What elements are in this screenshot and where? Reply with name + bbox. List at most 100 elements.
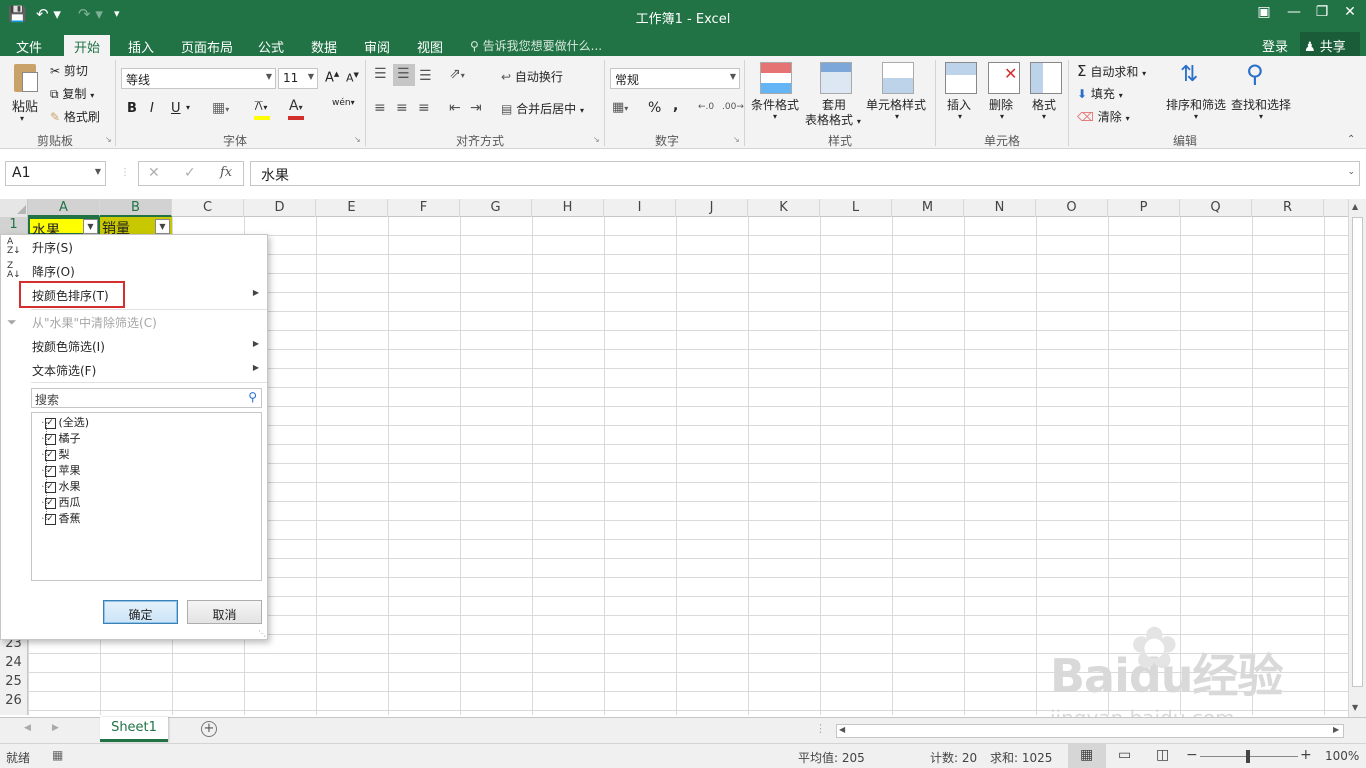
find-icon[interactable]: ⚲ [1246,60,1264,88]
filter-item[interactable]: · ✓ 苹果 [41,462,81,478]
menu-sort-ascending[interactable]: 升序(S) [1,235,267,259]
col-header-q[interactable]: Q [1180,199,1252,217]
filter-ok-button[interactable]: 确定 [103,600,178,624]
row-header[interactable]: 26 [0,693,27,712]
font-size-combo[interactable]: 11 ▼ [278,68,318,89]
format-as-table-line2[interactable]: 表格格式 ▾ [805,111,861,128]
align-right-icon[interactable]: ≡ [418,100,430,116]
menu-filter-by-color[interactable]: 按颜色筛选(I) ▶ [1,334,267,358]
col-header-o[interactable]: O [1036,199,1108,217]
clear-button[interactable]: ⌫ 清除 ▾ [1077,108,1130,125]
col-header-c[interactable]: C [172,199,244,217]
checkbox-checked-icon[interactable]: ✓ [44,481,56,493]
col-header-j[interactable]: J [676,199,748,217]
borders-icon[interactable]: ▦▾ [212,100,229,116]
align-left-icon[interactable]: ≡ [374,100,386,116]
close-icon[interactable]: ✕ [1336,4,1364,20]
dialog-launcher-icon[interactable]: ↘ [733,135,740,144]
col-header-r[interactable]: R [1252,199,1324,217]
underline-button[interactable]: U [171,101,181,116]
filter-item[interactable]: · ✓ 梨 [41,446,70,462]
prev-sheet-icon[interactable]: ◀ [24,723,31,733]
decrease-decimal-icon[interactable]: .00→ [722,102,744,112]
percent-button[interactable]: % [648,100,661,116]
tab-formulas[interactable]: 公式 [248,35,294,56]
menu-sort-descending[interactable]: 降序(O) [1,259,267,283]
login-link[interactable]: 登录 [1262,36,1288,55]
font-color-button[interactable]: A▾ [289,98,303,114]
cancel-entry-icon[interactable]: ✕ [148,165,160,181]
fill-button[interactable]: ⬇ 填充 ▾ [1077,85,1123,102]
row-header[interactable]: 24 [0,655,27,674]
increase-indent-icon[interactable]: ⇥ [470,100,482,116]
checkbox-checked-icon[interactable]: ✓ [44,497,56,509]
zoom-out-icon[interactable]: − [1186,747,1198,763]
number-format-combo[interactable]: 常规 ▼ [610,68,740,89]
paste-icon[interactable] [10,62,40,96]
tab-page-layout[interactable]: 页面布局 [171,35,243,56]
scroll-up-icon[interactable]: ▲ [1352,202,1358,211]
filter-item[interactable]: · ✓ 西瓜 [41,494,81,510]
name-box[interactable]: A1 ▼ [5,161,106,186]
copy-button[interactable]: ⧉ 复制 ▾ [50,85,94,102]
menu-text-filters[interactable]: 文本筛选(F) ▶ [1,358,267,382]
align-top-icon[interactable]: ☰ [374,66,387,82]
cut-button[interactable]: ✂ 剪切 [50,62,88,79]
decrease-indent-icon[interactable]: ⇤ [449,100,461,116]
align-bottom-icon[interactable]: ☰ [419,68,432,84]
tab-review[interactable]: 审阅 [354,35,400,56]
col-header-f[interactable]: F [388,199,460,217]
tab-insert[interactable]: 插入 [118,35,164,56]
autosum-button[interactable]: Σ 自动求和 ▾ [1077,62,1146,80]
formula-input[interactable]: 水果 ⌄ [250,161,1360,186]
font-name-combo[interactable]: 等线 ▼ [121,68,276,89]
format-painter-button[interactable]: ✎ 格式刷 [50,108,100,125]
col-header-e[interactable]: E [316,199,388,217]
filter-item-select-all[interactable]: · ✓ (全选) [41,414,89,430]
row-header[interactable]: 25 [0,674,27,693]
checkbox-checked-icon[interactable]: ✓ [44,513,56,525]
dialog-launcher-icon[interactable]: ↘ [354,135,361,144]
expand-formula-icon[interactable]: ⌄ [1347,167,1355,177]
add-sheet-icon[interactable]: + [201,721,217,737]
italic-button[interactable]: I [150,101,154,116]
ribbon-display-icon[interactable]: ▣ [1250,4,1278,20]
dialog-launcher-icon[interactable]: ↘ [593,135,600,144]
col-header-p[interactable]: P [1108,199,1180,217]
shrink-font-button[interactable]: A▼ [346,71,359,85]
next-sheet-icon[interactable]: ▶ [52,723,59,733]
conditional-format-button[interactable]: 条件格式 [751,96,799,113]
paste-button[interactable]: 粘贴 [12,96,38,115]
col-header-l[interactable]: L [820,199,892,217]
currency-icon[interactable]: ▦▾ [612,100,628,115]
filter-item[interactable]: · ✓ 水果 [41,478,81,494]
col-header-i[interactable]: I [604,199,676,217]
phonetic-button[interactable]: wén▾ [332,98,355,108]
sheet-tab-sheet1[interactable]: Sheet1 [100,717,168,742]
resize-grip-icon[interactable]: ⋱ [258,629,266,638]
menu-clear-filter[interactable]: 从"水果"中清除筛选(C) [1,310,267,334]
bold-button[interactable]: B [127,101,137,116]
align-center-icon[interactable]: ≡ [396,100,408,116]
zoom-in-icon[interactable]: + [1300,747,1312,763]
format-cells-icon[interactable] [1030,62,1062,94]
share-button[interactable]: ♟ 共享 [1300,32,1360,56]
find-select-button[interactable]: 查找和选择 [1231,96,1291,113]
tab-data[interactable]: 数据 [301,35,347,56]
confirm-entry-icon[interactable]: ✓ [184,165,196,181]
page-layout-view-icon[interactable]: ▭ [1118,747,1131,763]
collapse-ribbon-icon[interactable]: ⌃ [1347,134,1355,145]
col-header-k[interactable]: K [748,199,820,217]
vertical-scrollbar[interactable]: ▲ ▼ [1348,199,1366,717]
comma-button[interactable]: , [673,98,678,114]
dialog-launcher-icon[interactable]: ↘ [105,135,112,144]
checkbox-checked-icon[interactable]: ✓ [44,465,56,477]
drag-handle-icon[interactable]: ⋮ [120,167,130,178]
col-header-n[interactable]: N [964,199,1036,217]
cell-styles-icon[interactable] [882,62,914,94]
horizontal-scrollbar[interactable] [836,724,1344,738]
split-handle-icon[interactable]: ⋮ [815,722,826,735]
merge-center-button[interactable]: ▤ 合并后居中 ▾ [501,100,584,117]
insert-cells-icon[interactable] [945,62,977,94]
orientation-icon[interactable]: ⇗▾ [449,66,465,82]
